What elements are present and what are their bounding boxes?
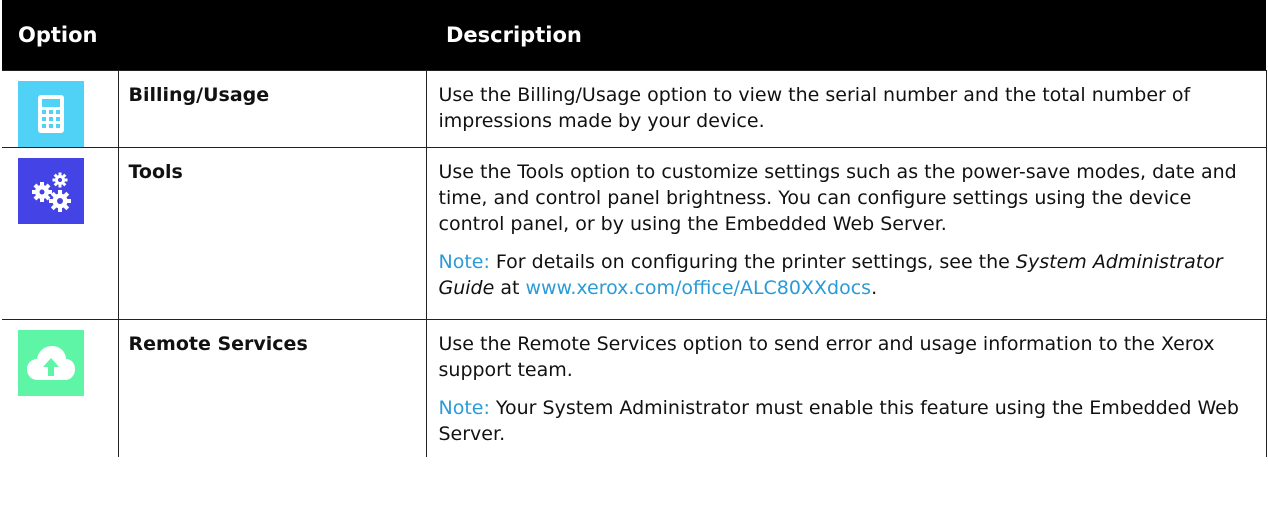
note: Note: For details on configuring the pri… (438, 251, 1223, 299)
note-label: Note: (438, 397, 490, 419)
table-row: Tools Use the Tools option to customize … (2, 147, 1267, 320)
description-text: Use the Tools option to customize settin… (438, 161, 1237, 235)
option-name: Tools (117, 147, 427, 320)
description-text: Use the Billing/Usage option to view the… (438, 84, 1191, 132)
header-description: Description (426, 0, 1266, 71)
cloud-upload-icon (18, 330, 84, 396)
option-description: Use the Tools option to customize settin… (425, 147, 1267, 320)
option-description: Use the Remote Services option to send e… (425, 319, 1267, 457)
option-name: Billing/Usage (117, 70, 427, 148)
description-text: Use the Remote Services option to send e… (438, 333, 1215, 381)
calculator-icon (18, 81, 84, 147)
note-label: Note: (438, 251, 490, 273)
gears-icon (18, 158, 84, 224)
note: Note: Your System Administrator must ena… (438, 397, 1239, 445)
options-table: Option Description Billing/Usage Use the… (2, 0, 1267, 457)
header-option: Option (2, 0, 426, 71)
table-header-row: Option Description (2, 0, 1266, 71)
option-name: Remote Services (117, 319, 427, 457)
option-description: Use the Billing/Usage option to view the… (425, 70, 1267, 148)
table-row: Billing/Usage Use the Billing/Usage opti… (2, 70, 1267, 148)
table-row: Remote Services Use the Remote Services … (2, 319, 1267, 457)
docs-link[interactable]: www.xerox.com/office/ALC80XXdocs (525, 277, 871, 299)
